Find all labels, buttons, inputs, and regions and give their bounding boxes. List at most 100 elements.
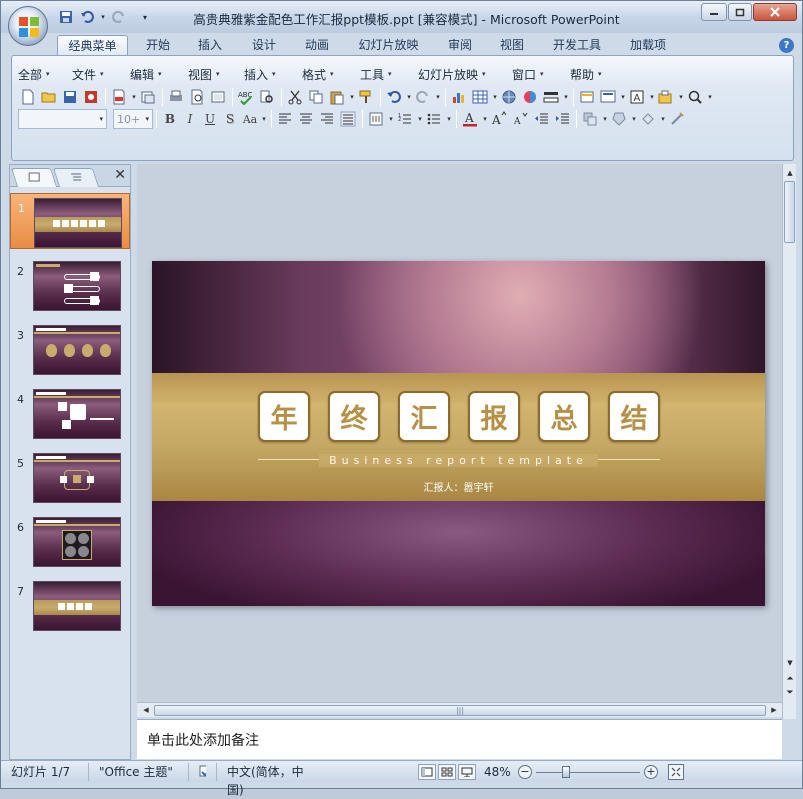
redo-icon[interactable]: [110, 8, 128, 26]
underline-icon[interactable]: U: [200, 109, 220, 129]
title-char-box[interactable]: 报: [468, 391, 520, 442]
color-grayscale-icon[interactable]: [520, 87, 540, 107]
title-char-box[interactable]: 年: [258, 391, 310, 442]
spell-check-status[interactable]: [189, 762, 217, 781]
save-icon[interactable]: [60, 87, 80, 107]
current-slide[interactable]: 年 终 汇 报 总 结 Business report template 汇报人…: [152, 261, 765, 606]
numbering-icon[interactable]: 12: [395, 109, 415, 129]
page-setup-icon[interactable]: [208, 87, 228, 107]
format-painter-icon[interactable]: [356, 87, 376, 107]
spelling-icon[interactable]: ABC: [236, 87, 256, 107]
export-pdf-icon[interactable]: [109, 87, 129, 107]
copy-icon[interactable]: [306, 87, 326, 107]
fit-to-window-icon[interactable]: [668, 763, 684, 780]
justify-icon[interactable]: [338, 109, 358, 129]
tab-slides[interactable]: [10, 168, 58, 187]
slide-layout-icon[interactable]: [598, 87, 618, 107]
vertical-scrollbar[interactable]: ▲ ▼ ⏶ ⏷: [782, 164, 796, 719]
help-icon[interactable]: ?: [779, 38, 794, 53]
chevron-down-icon[interactable]: ▾: [601, 115, 609, 123]
slideshow-view-icon[interactable]: [458, 763, 476, 780]
shadow-icon[interactable]: S: [220, 109, 240, 129]
scroll-left-icon[interactable]: ◀: [139, 703, 153, 717]
chevron-down-icon[interactable]: ▾: [706, 93, 714, 101]
increase-indent-icon[interactable]: [552, 109, 572, 129]
menu-slideshow[interactable]: 幻灯片放映 ▾: [418, 65, 512, 83]
menu-tools[interactable]: 工具 ▾: [360, 65, 418, 83]
close-button[interactable]: [753, 3, 797, 21]
decrease-font-icon[interactable]: A: [510, 109, 530, 129]
cut-icon[interactable]: [285, 87, 305, 107]
normal-view-icon[interactable]: [418, 763, 436, 780]
publish-icon[interactable]: [138, 87, 158, 107]
tab-home[interactable]: 开始: [139, 35, 177, 55]
tab-insert[interactable]: 插入: [191, 35, 229, 55]
zoom-in-icon[interactable]: +: [644, 764, 658, 779]
open-icon[interactable]: [39, 87, 59, 107]
undo-dropdown-icon[interactable]: ▾: [99, 8, 107, 26]
chevron-down-icon[interactable]: ▾: [481, 115, 489, 123]
menu-all[interactable]: 全部 ▾: [18, 65, 72, 83]
tab-outline[interactable]: [52, 168, 100, 187]
quick-styles-icon[interactable]: [609, 109, 629, 129]
print-icon[interactable]: [166, 87, 186, 107]
menu-window[interactable]: 窗口 ▾: [512, 65, 570, 83]
tab-review[interactable]: 审阅: [441, 35, 479, 55]
menu-file[interactable]: 文件 ▾: [72, 65, 130, 83]
next-slide-icon[interactable]: ⏷: [783, 686, 797, 700]
print-preview-icon[interactable]: [187, 87, 207, 107]
menu-format[interactable]: 格式 ▾: [302, 65, 360, 83]
scroll-thumb[interactable]: |||: [154, 705, 766, 716]
office-button[interactable]: [8, 6, 48, 46]
zoom-icon[interactable]: [685, 87, 705, 107]
align-left-icon[interactable]: [275, 109, 295, 129]
chevron-down-icon[interactable]: ▾: [405, 93, 413, 101]
align-center-icon[interactable]: [296, 109, 316, 129]
hyperlink-icon[interactable]: [499, 87, 519, 107]
chevron-down-icon[interactable]: ▾: [445, 115, 453, 123]
align-right-icon[interactable]: [317, 109, 337, 129]
undo-icon[interactable]: [78, 8, 96, 26]
slide-thumbnail[interactable]: 5: [10, 449, 130, 505]
new-slide-icon[interactable]: [577, 87, 597, 107]
text-direction-icon[interactable]: [366, 109, 386, 129]
chevron-down-icon[interactable]: ▾: [630, 115, 638, 123]
language-status[interactable]: 中文(简体，中国): [217, 763, 325, 797]
title-char-box[interactable]: 总: [538, 391, 590, 442]
tab-classic-menu[interactable]: 经典菜单: [57, 35, 128, 55]
chevron-down-icon[interactable]: ▾: [491, 93, 499, 101]
chevron-down-icon[interactable]: ▾: [348, 93, 356, 101]
chevron-down-icon[interactable]: ▾: [260, 115, 268, 123]
insert-chart-icon[interactable]: [449, 87, 469, 107]
line-weight-icon[interactable]: [541, 87, 561, 107]
menu-help[interactable]: 帮助 ▾: [570, 65, 620, 83]
change-case-icon[interactable]: Aa: [240, 109, 260, 129]
title-char-box[interactable]: 汇: [398, 391, 450, 442]
menu-insert[interactable]: 插入 ▾: [244, 65, 302, 83]
undo-icon[interactable]: [384, 87, 404, 107]
chevron-down-icon[interactable]: ▾: [677, 93, 685, 101]
redo-icon[interactable]: [413, 87, 433, 107]
horizontal-scrollbar[interactable]: ◀ ||| ▶: [137, 702, 782, 717]
chevron-down-icon[interactable]: ▾: [387, 115, 395, 123]
chevron-down-icon[interactable]: ▾: [562, 93, 570, 101]
close-pane-icon[interactable]: ✕: [114, 167, 126, 183]
chevron-down-icon[interactable]: ▾: [659, 115, 667, 123]
increase-font-icon[interactable]: A: [489, 109, 509, 129]
slide-thumbnail[interactable]: 6: [10, 513, 130, 569]
restore-button[interactable]: [728, 3, 752, 21]
font-size-combo[interactable]: 10+ ▾: [113, 109, 153, 129]
insert-table-icon[interactable]: [470, 87, 490, 107]
notes-pane[interactable]: 单击此处添加备注: [137, 719, 782, 759]
scroll-right-icon[interactable]: ▶: [767, 703, 781, 717]
zoom-out-icon[interactable]: −: [518, 764, 532, 779]
menu-edit[interactable]: 编辑 ▾: [130, 65, 188, 83]
zoom-level[interactable]: 48%: [484, 765, 518, 779]
arrange-icon[interactable]: [580, 109, 600, 129]
menu-view[interactable]: 视图 ▾: [188, 65, 244, 83]
chevron-down-icon[interactable]: ▾: [619, 93, 627, 101]
decrease-indent-icon[interactable]: [531, 109, 551, 129]
font-color-icon[interactable]: A: [460, 109, 480, 129]
paste-icon[interactable]: [327, 87, 347, 107]
title-char-box[interactable]: 终: [328, 391, 380, 442]
